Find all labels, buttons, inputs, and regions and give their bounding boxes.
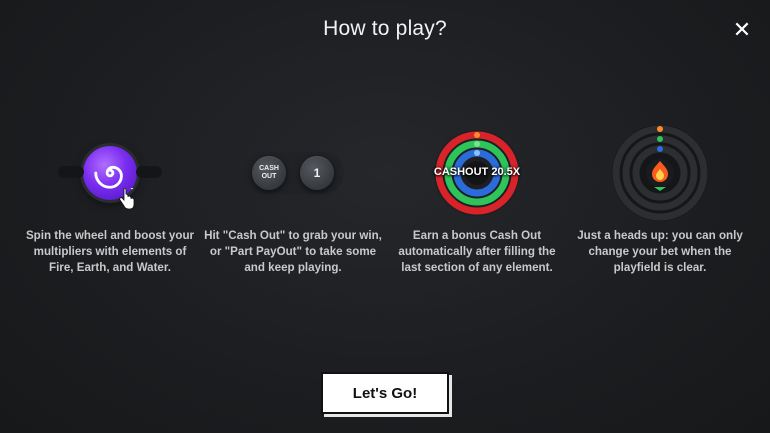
step-playfield: Just a heads up: you can only change you… [570, 118, 750, 276]
dialog-title: How to play? [323, 17, 447, 40]
step-description: Earn a bonus Cash Out automatically afte… [398, 229, 556, 274]
pointer-hand-icon [119, 188, 135, 210]
cashout-multiplier-label: CASHOUT 20.5X [433, 166, 521, 178]
playfield-fire-icon [570, 118, 750, 228]
step-cashout: CASH OUT 1 Hit "Cash Out" to grab your w… [203, 118, 383, 276]
step-description: Hit "Cash Out" to grab your win, or "Par… [204, 229, 382, 274]
cash-out-mini-button: CASH OUT [252, 156, 286, 190]
cashout-buttons-icon: CASH OUT 1 [203, 118, 383, 228]
part-payout-mini-button: 1 [300, 156, 334, 190]
cashout-pill-holder: CASH OUT 1 [242, 152, 344, 194]
step-spin: Spin the wheel and boost your multiplier… [20, 118, 200, 276]
playfield-graphic [612, 125, 708, 221]
bonus-rings-icon: CASHOUT 20.5X [387, 118, 567, 228]
close-icon[interactable]: ✕ [730, 18, 754, 42]
step-bonus: CASHOUT 20.5X Earn a bonus Cash Out auto… [387, 118, 567, 276]
lets-go-button[interactable]: Let's Go! [321, 372, 449, 414]
swirl-wheel-icon [20, 118, 200, 228]
step-description: Just a heads up: you can only change you… [577, 229, 743, 274]
swirl-icon [94, 165, 123, 189]
step-description: Spin the wheel and boost your multiplier… [25, 229, 195, 274]
